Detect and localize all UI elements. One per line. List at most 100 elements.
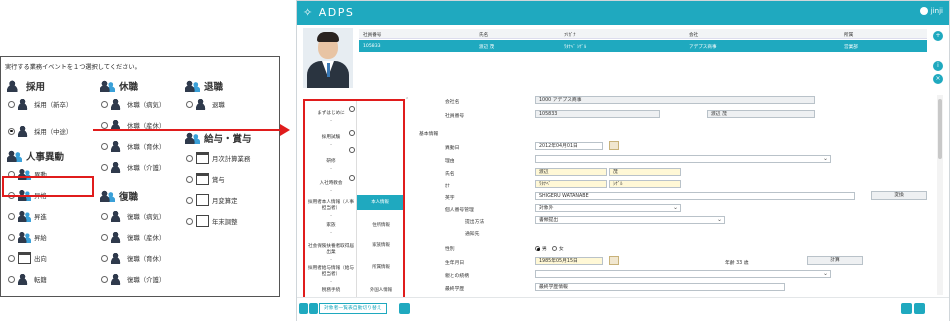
grid-header[interactable]: 所属 [844,32,853,38]
collapse-icon[interactable] [299,303,308,314]
submit-method-label: 提出方法 [465,220,485,225]
radio-return-care[interactable]: 復職（介護） [101,273,165,285]
reason-select[interactable] [535,155,831,163]
person-return-icon [111,210,124,222]
radio-hire-new[interactable]: 採用（新卒） [8,98,72,110]
close-circle-icon[interactable] [349,175,355,181]
group-payroll-title: 給与・賞与 [185,131,252,145]
grid-header[interactable]: 社員番号 [363,32,381,38]
birth-date-input[interactable]: 1985年05月15日 [535,257,603,265]
submit-method-select[interactable]: 書類提出 [535,216,725,224]
app-window: ✧ ADPS jinji 社員番号 氏名 ﾌﾘｶﾞﾅ 会社 所属 105833 … [296,0,950,321]
radio-secondment[interactable]: 出向 [8,252,47,264]
user-name: jinji [930,7,943,15]
substep-item-active[interactable]: 本人情報 [357,195,403,210]
person-icon [196,98,209,110]
people-icon [7,150,22,162]
last-name-input[interactable]: 渡辺 [535,168,607,176]
substep-item[interactable]: 所属情報 [359,265,403,271]
radio-circle[interactable] [8,100,15,108]
step-item[interactable]: 税務手続 [307,288,355,294]
event-selection-card: 実行する業務イベントを１つ選択してください。 採用 採用（新卒） 採用（中途） … [0,56,280,297]
person-rest-icon [111,140,124,152]
chevron-up-icon[interactable]: ⌃ [405,97,409,103]
step-item-active[interactable]: 採用者本人情報（人事担当者） ⌄ [307,200,355,218]
first-name-input[interactable]: 茂 [609,168,681,176]
radio-bonus[interactable]: 賞与 [186,173,225,185]
close-circle-icon[interactable] [349,106,355,112]
person-rest-icon [111,161,124,173]
app-logo[interactable]: ✧ ADPS [303,6,354,19]
hire-date-input[interactable]: 2012年04月01日 [535,142,603,150]
step-item[interactable]: 研修 ⌄ [307,159,355,171]
close-circle-icon[interactable] [349,147,355,153]
globe-person-icon [18,273,31,285]
tag-icon[interactable] [901,303,912,314]
school-input[interactable]: 最終学歴情報 [535,283,785,291]
mynumber-label: 個人番号管理 [445,208,474,213]
step-item[interactable]: 家族 ⌄ [307,223,355,235]
substep-item[interactable]: 外国人情報 [359,288,403,294]
radio-leave-care[interactable]: 休職（介護） [101,161,165,173]
empno-field: 105833 [535,110,660,118]
kana-first-input[interactable]: ｼｹﾞﾙ [609,180,681,188]
radio-retire[interactable]: 退職 [186,98,225,110]
auto-switch-list-button[interactable]: 対象者一覧表自動切り替え [319,303,387,314]
radio-promotion-rank[interactable]: 昇進 [8,210,47,222]
group-hire-label: 採用 [26,82,46,93]
calculate-button[interactable]: 計算 [807,256,863,265]
radio-hire-mid[interactable]: 採用（中途） [8,125,72,137]
radio-leave-childcare[interactable]: 休職（育休） [101,140,165,152]
step-item[interactable]: 採用試験 ⌄ [307,135,355,147]
footer-bar: 対象者一覧表自動切り替え [297,297,949,321]
close-circle-icon[interactable] [349,130,355,136]
hire-date-label: 異動日 [445,146,460,151]
name-label: 氏名 [445,172,455,177]
calendar-icon[interactable] [609,256,619,265]
radio-female[interactable] [551,246,557,251]
person-info-icon[interactable]: i [933,61,943,71]
radio-leave-sick[interactable]: 休職（病気） [101,98,165,110]
convert-button[interactable]: 変換 [871,191,927,200]
document-icon[interactable] [399,303,410,314]
roman-name-input[interactable]: SHIGERU WATANABE [535,192,855,200]
radio-male[interactable] [535,246,540,251]
table-row[interactable]: 105833 渡辺 茂 ﾜﾀﾅﾍﾞ ｼｹﾞﾙ アデプス商事 営業部 [359,40,927,52]
radio-raise[interactable]: 昇給 [8,231,47,243]
person-icon [18,98,31,110]
radio-transfer-company[interactable]: 転籍 [8,273,47,285]
person-icon[interactable] [309,303,318,314]
substep-item[interactable]: 住所情報 [359,223,403,229]
person-icon [18,125,31,137]
radio-year-end[interactable]: 年末調整 [186,215,238,227]
vertical-scrollbar[interactable] [937,95,943,295]
step-item[interactable]: 社会保険扶養者取得届出業 ⌄ [307,244,355,262]
radio-monthly-revision[interactable]: 月変算定 [186,194,238,206]
people-icon [18,210,31,222]
person-return-icon [111,252,124,264]
export-icon[interactable] [914,303,925,314]
step-item[interactable]: 採用者給与情報（給与担当者） ⌄ [307,266,355,284]
radio-return-childcare[interactable]: 復職（育休） [101,252,165,264]
substep-item[interactable]: 家族情報 [359,243,403,249]
step-item[interactable]: まずはじめに ⌄ [307,111,355,123]
trash-icon[interactable]: × [933,74,943,84]
radio-return-sick[interactable]: 復職（病気） [101,210,165,222]
radio-return-maternity[interactable]: 復職（産休） [101,231,165,243]
radio-circle-selected[interactable] [8,127,15,135]
calendar-icon[interactable] [609,141,619,150]
kana-last-input[interactable]: ﾜﾀﾅﾍﾞ [535,180,607,188]
pointer-arrow-line [93,129,283,131]
add-person-icon[interactable]: + [933,31,943,41]
user-menu[interactable]: jinji [919,7,943,15]
grid-header[interactable]: 会社 [689,32,698,38]
radio-monthly-payroll[interactable]: 月次計算業務 [186,152,250,164]
grid-header[interactable]: ﾌﾘｶﾞﾅ [564,32,576,38]
scrollbar-thumb[interactable] [938,99,942,159]
relation-select[interactable] [535,270,831,278]
company-label: 会社名 [445,100,460,105]
mynumber-select[interactable]: 対象外 [535,204,681,212]
gender-radio-group[interactable]: 男 女 [535,245,564,252]
grid-header[interactable]: 氏名 [479,32,488,38]
step-item[interactable]: 入社時教会 ⌄ [307,181,355,193]
